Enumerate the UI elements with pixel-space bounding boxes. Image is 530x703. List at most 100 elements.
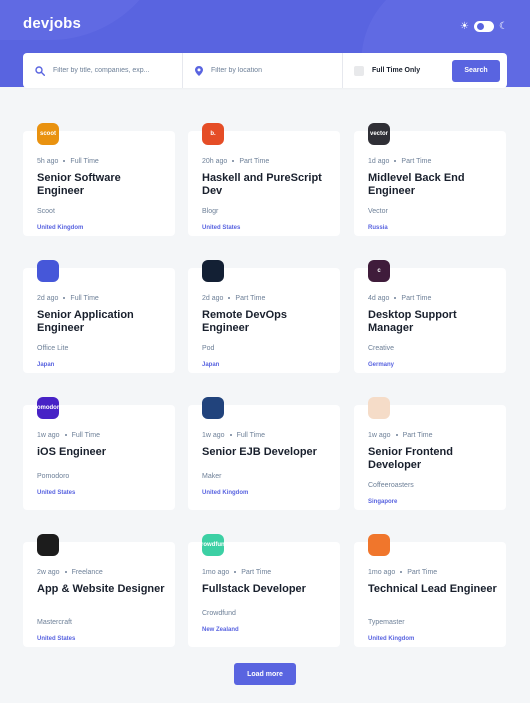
job-title[interactable]: Midlevel Back End Engineer: [368, 172, 498, 198]
location-input[interactable]: [211, 67, 326, 74]
job-title[interactable]: Technical Lead Engineer: [368, 583, 498, 596]
full-time-filter: Full Time Only Search: [343, 53, 507, 88]
job-card[interactable]: c 4d ago Part Time Desktop Support Manager C…: [354, 260, 506, 373]
contract-type: Part Time: [241, 569, 272, 576]
job-card[interactable]: 2w ago Freelance App & Website Designer Mas…: [23, 534, 175, 647]
meta-separator: [394, 297, 397, 300]
posted-at: 2d ago: [202, 295, 224, 302]
meta-separator: [64, 434, 67, 437]
posted-at: 20h ago: [202, 158, 228, 165]
job-card[interactable]: 1mo ago Part Time Technical Lead Engineer T…: [354, 534, 506, 647]
job-meta: 20h ago Part Time: [202, 158, 269, 165]
company-name: Pomodoro: [37, 473, 70, 480]
toggle-knob: [476, 23, 484, 30]
contract-type: Part Time: [239, 158, 270, 165]
job-location: United States: [202, 225, 241, 231]
job-meta: 1d ago Part Time: [368, 158, 431, 165]
job-location: United States: [37, 490, 76, 496]
filter-bar: Full Time Only Search: [23, 53, 507, 88]
company-logo-text: vector: [369, 131, 388, 137]
job-location: United Kingdom: [368, 636, 415, 642]
job-title[interactable]: Remote DevOps Engineer: [202, 309, 332, 335]
job-title[interactable]: Senior Frontend Developer: [368, 446, 498, 472]
job-card[interactable]: scoot 5h ago Full Time Senior Software Engi…: [23, 123, 175, 236]
job-card[interactable]: crowdfund 1mo ago Part Time Fullstack Devel…: [188, 534, 340, 647]
meta-separator: [394, 160, 397, 163]
job-location: Russia: [368, 225, 388, 231]
moon-icon: ☾: [498, 20, 508, 32]
job-title[interactable]: iOS Engineer: [37, 446, 167, 459]
posted-at: 1w ago: [202, 432, 225, 439]
app-logo[interactable]: devjobs: [23, 15, 81, 32]
company-logo: b.: [202, 123, 224, 145]
posted-at: 1mo ago: [202, 569, 230, 576]
company-name: Scoot: [37, 208, 55, 215]
company-logo-text: c: [377, 268, 381, 274]
job-card[interactable]: 1w ago Part Time Senior Frontend Developer…: [354, 397, 506, 510]
full-time-checkbox[interactable]: [354, 65, 364, 76]
job-card[interactable]: 2d ago Full Time Senior Application Engine…: [23, 260, 175, 373]
meta-separator: [63, 297, 66, 300]
posted-at: 2d ago: [37, 295, 59, 302]
job-title[interactable]: Senior EJB Developer: [202, 446, 332, 459]
full-time-option[interactable]: Full Time Only: [354, 65, 420, 76]
company-logo: scoot: [37, 123, 59, 145]
company-logo: [37, 260, 59, 282]
contract-type: Part Time: [235, 295, 266, 302]
job-meta: 1w ago Full Time: [37, 432, 100, 439]
company-name: Creative: [368, 345, 395, 352]
company-name: Coffeeroasters: [368, 482, 414, 489]
company-logo: crowdfund: [202, 534, 224, 556]
job-meta: 2d ago Full Time: [37, 295, 99, 302]
company-name: Vector: [368, 208, 388, 215]
job-title[interactable]: Haskell and PureScript Dev: [202, 172, 332, 198]
company-logo: [368, 397, 390, 419]
meta-separator: [400, 571, 403, 574]
company-logo-text: pomodoro: [37, 405, 59, 411]
company-logo-text: b.: [210, 131, 216, 137]
theme-switcher: ☀ ☾: [460, 21, 508, 32]
job-location: New Zealand: [202, 627, 239, 633]
company-name: Typemaster: [368, 619, 405, 626]
theme-toggle[interactable]: [473, 21, 494, 32]
job-title[interactable]: App & Website Designer: [37, 583, 167, 596]
posted-at: 1d ago: [368, 158, 390, 165]
company-logo-text: crowdfund: [202, 542, 224, 548]
posted-at: 1w ago: [368, 432, 391, 439]
job-meta: 1w ago Part Time: [368, 432, 433, 439]
meta-separator: [234, 571, 237, 574]
posted-at: 4d ago: [368, 295, 390, 302]
job-card[interactable]: pomodoro 1w ago Full Time iOS Engineer Pomod…: [23, 397, 175, 510]
title-search-input[interactable]: [53, 67, 168, 74]
job-title[interactable]: Desktop Support Manager: [368, 309, 498, 335]
job-location: Japan: [202, 362, 220, 368]
company-logo: c: [368, 260, 390, 282]
job-meta: 1w ago Full Time: [202, 432, 265, 439]
company-logo: vector: [368, 123, 390, 145]
posted-at: 1mo ago: [368, 569, 396, 576]
meta-separator: [395, 434, 398, 437]
job-title[interactable]: Senior Application Engineer: [37, 309, 167, 335]
company-name: Crowdfund: [202, 610, 236, 617]
contract-type: Full Time: [70, 295, 99, 302]
posted-at: 5h ago: [37, 158, 59, 165]
job-location: United Kingdom: [202, 490, 249, 496]
meta-separator: [63, 160, 66, 163]
company-logo: [202, 260, 224, 282]
job-meta: 1mo ago Part Time: [202, 569, 271, 576]
job-card[interactable]: vector 1d ago Part Time Midlevel Back End E…: [354, 123, 506, 236]
job-location: Singapore: [368, 499, 398, 505]
job-card[interactable]: 2d ago Part Time Remote DevOps Engineer Pod…: [188, 260, 340, 373]
job-title[interactable]: Senior Software Engineer: [37, 172, 167, 198]
contract-type: Part Time: [401, 295, 432, 302]
meta-separator: [229, 434, 232, 437]
contract-type: Part Time: [407, 569, 438, 576]
job-location: United Kingdom: [37, 225, 84, 231]
job-card[interactable]: 1w ago Full Time Senior EJB Developer Maker…: [188, 397, 340, 510]
job-card[interactable]: b. 20h ago Part Time Haskell and PureScript…: [188, 123, 340, 236]
load-more-button[interactable]: Load more: [234, 663, 296, 685]
search-button[interactable]: Search: [452, 59, 500, 82]
location-pin-icon: [195, 65, 203, 76]
job-title[interactable]: Fullstack Developer: [202, 583, 332, 596]
company-name: Maker: [202, 473, 222, 480]
